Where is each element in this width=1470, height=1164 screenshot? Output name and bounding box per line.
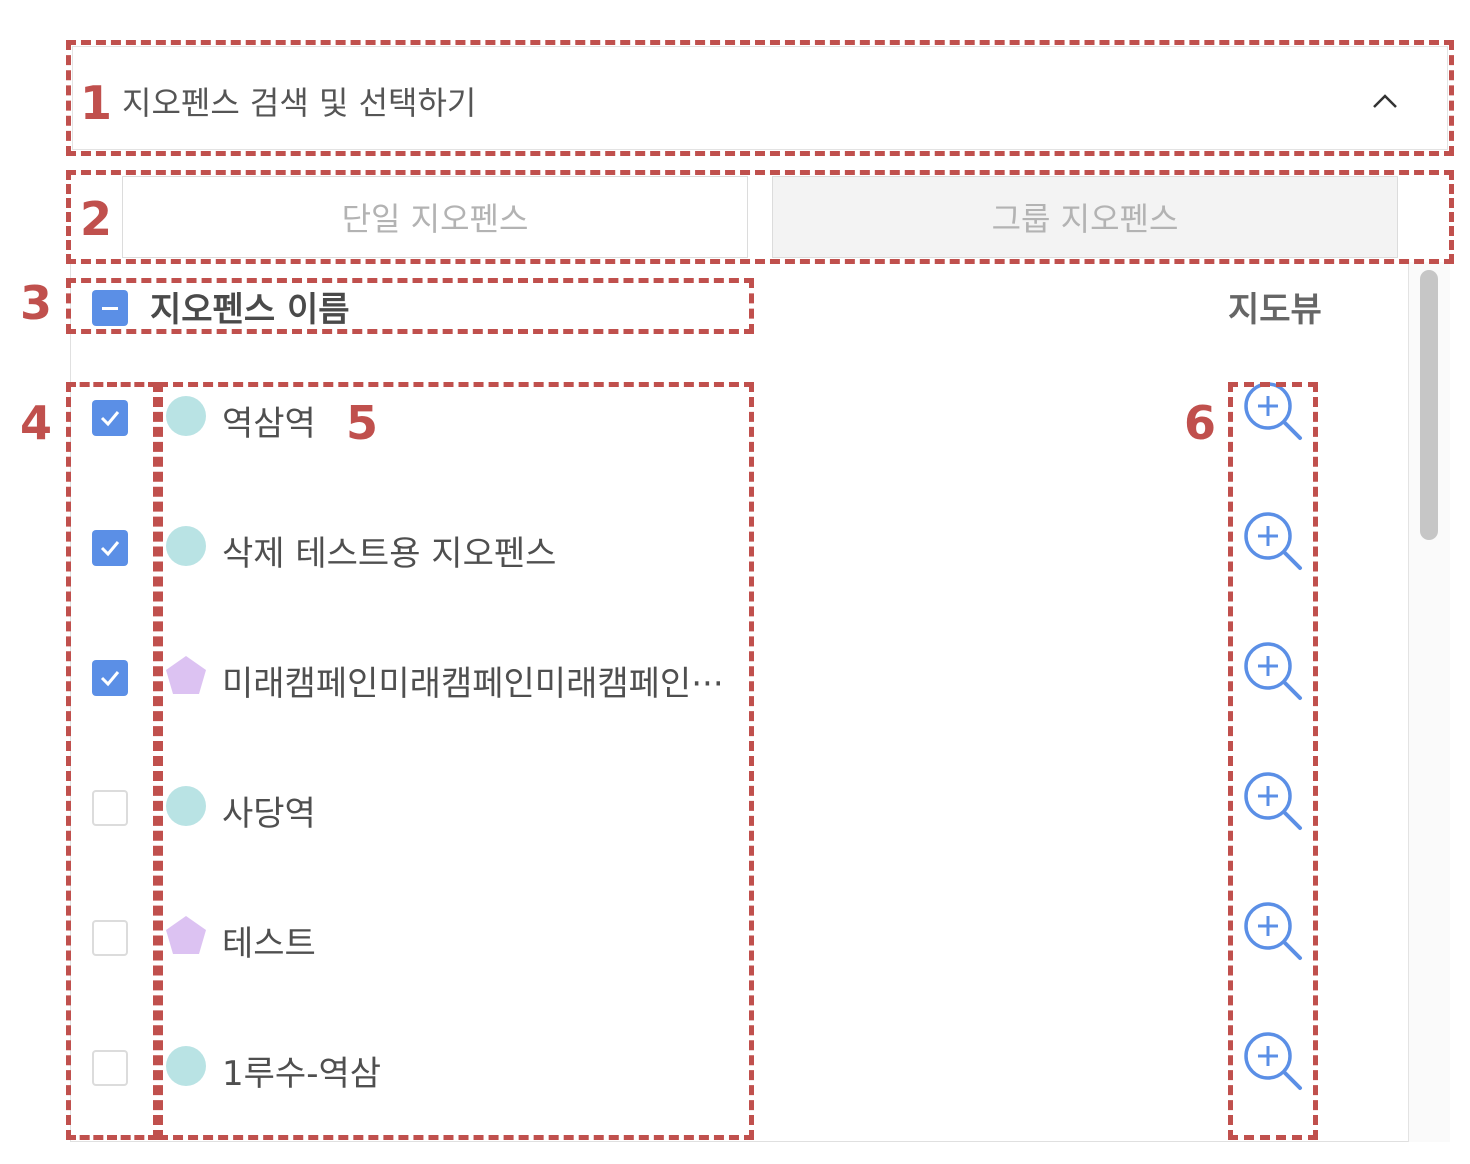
zoom-in-icon[interactable] [1242,900,1304,962]
circle-icon [166,1046,206,1086]
annotation-number-3: 3 [20,276,53,330]
chevron-up-icon[interactable] [1370,86,1400,116]
circle-icon [166,786,206,826]
list-item[interactable]: 역삼역 [0,378,1470,458]
zoom-in-icon[interactable] [1242,510,1304,572]
zoom-in-icon[interactable] [1242,1030,1304,1092]
list-item[interactable]: 사당역 [0,768,1470,848]
list-item[interactable]: 미래캠페인미래캠페인미래캠페인··· [0,638,1470,718]
tab-single-label: 단일 지오펜스 [341,200,529,238]
annotation-number-6: 6 [1184,396,1217,450]
panel-title: 지오펜스 검색 및 선택하기 [122,84,477,122]
geofence-name: 삭제 테스트용 지오펜스 [222,534,557,574]
pentagon-icon [166,916,206,954]
column-header-name: 지오펜스 이름 [150,290,350,330]
tab-group-label: 그룹 지오펜스 [991,200,1179,238]
annotation-number-5: 5 [346,396,379,450]
list-item[interactable]: 삭제 테스트용 지오펜스 [0,508,1470,588]
list-item[interactable]: 1루수-역삼 [0,1028,1470,1108]
list-item[interactable]: 테스트 [0,898,1470,978]
annotation-number-2: 2 [80,192,113,246]
circle-icon [166,396,206,436]
circle-icon [166,526,206,566]
column-header-map-view: 지도뷰 [1228,290,1322,330]
checkmark-icon [100,671,120,687]
annotation-number-4: 4 [20,396,53,450]
tab-single-geofence[interactable]: 단일 지오펜스 [122,176,748,258]
checkmark-icon [100,541,120,557]
zoom-in-icon[interactable] [1242,380,1304,442]
row-checkbox[interactable] [92,660,128,696]
row-checkbox[interactable] [92,920,128,956]
geofence-name: 역삼역 [222,404,316,444]
geofence-name: 테스트 [222,924,316,964]
geofence-name: 사당역 [222,794,316,834]
geofence-name: 미래캠페인미래캠페인미래캠페인··· [222,664,724,704]
tab-group-geofence[interactable]: 그룹 지오펜스 [772,176,1398,258]
row-checkbox[interactable] [92,400,128,436]
row-checkbox[interactable] [92,790,128,826]
annotation-number-1: 1 [80,76,113,130]
row-checkbox[interactable] [92,530,128,566]
pentagon-icon [166,656,206,694]
row-checkbox[interactable] [92,1050,128,1086]
select-all-checkbox[interactable] [92,290,128,326]
checkmark-icon [100,411,120,427]
zoom-in-icon[interactable] [1242,770,1304,832]
zoom-in-icon[interactable] [1242,640,1304,702]
geofence-name: 1루수-역삼 [222,1054,382,1094]
